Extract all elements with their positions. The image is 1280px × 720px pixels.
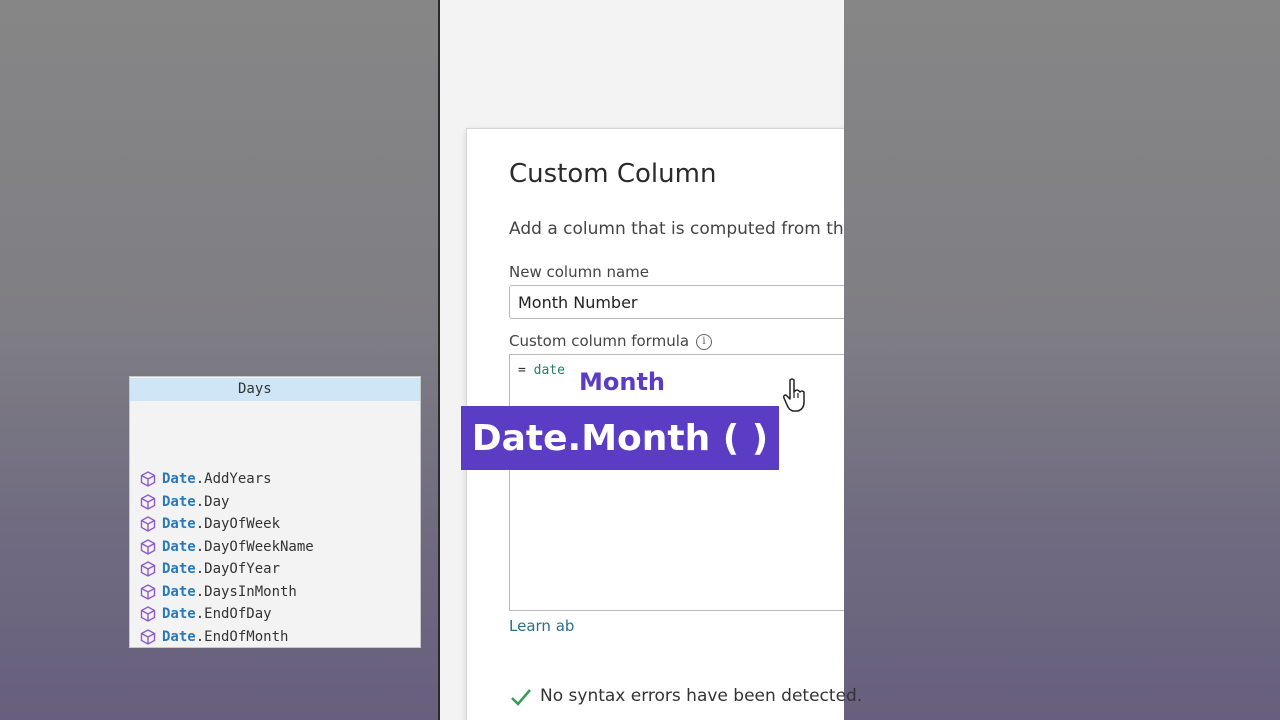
suggestion-selected-suffix: Days <box>238 381 272 398</box>
new-column-name-input[interactable] <box>509 285 844 319</box>
check-icon <box>511 689 531 706</box>
suggestion-item[interactable]: Date .DayOfWeekName <box>130 536 420 559</box>
suggestion-item-selected[interactable]: Days <box>130 378 420 401</box>
suggestion-name: .AddYears <box>195 471 272 488</box>
suggestion-item[interactable]: Date .EndOfMonth <box>130 626 420 648</box>
syntax-status: No syntax errors have been detected. <box>540 686 863 706</box>
suggestion-namespace: Date <box>162 471 196 488</box>
suggestion-name: .DaysInMonth <box>195 583 297 600</box>
cube-icon <box>140 628 156 645</box>
suggestion-namespace: Date <box>162 606 196 623</box>
suggestion-namespace: Date <box>162 583 196 600</box>
cube-icon <box>140 493 156 510</box>
suggestion-name: .EndOfMonth <box>195 628 289 645</box>
suggestion-item[interactable]: Date .AddYears <box>130 468 420 491</box>
cube-icon <box>140 471 156 488</box>
suggestion-namespace: Date <box>162 628 196 645</box>
formula-text: = date <box>518 363 565 378</box>
cube-icon <box>140 606 156 623</box>
suggestion-namespace: Date <box>162 493 196 510</box>
cube-icon <box>140 583 156 600</box>
caption-date-month: Date.Month ( ) <box>461 406 779 470</box>
suggestion-namespace: Date <box>162 538 196 555</box>
learn-more-link[interactable]: Learn ab <box>509 617 574 635</box>
cube-icon <box>140 538 156 555</box>
cube-icon <box>140 561 156 578</box>
suggestion-name: .DayOfYear <box>195 561 281 578</box>
info-icon[interactable]: i <box>696 334 712 350</box>
caption-month: Month <box>568 360 676 404</box>
cube-icon <box>140 516 156 533</box>
dialog-description: Add a column that is computed from the <box>509 219 844 239</box>
suggestion-item[interactable]: Date .Day <box>130 491 420 514</box>
dialog-title: Custom Column <box>509 159 717 189</box>
formula-value: date <box>533 363 565 378</box>
suggestion-namespace: Date <box>162 516 196 533</box>
suggestion-item[interactable]: Date .EndOfDay <box>130 603 420 626</box>
autocomplete-list[interactable]: Days Date .AddYears Date .Day Date .DayOfWeek… <box>129 376 421 648</box>
new-column-name-label: New column name <box>509 263 650 281</box>
suggestion-item[interactable]: Date .DayOfWeek <box>130 513 420 536</box>
formula-prefix: = <box>518 363 534 378</box>
suggestion-name: .DayOfWeek <box>195 516 281 533</box>
suggestion-name: .EndOfDay <box>195 606 272 623</box>
suggestion-name: .DayOfWeekName <box>195 538 314 555</box>
custom-column-formula-label: Custom column formula <box>509 332 690 350</box>
suggestion-item[interactable]: Date .DayOfYear <box>130 558 420 581</box>
suggestion-item[interactable]: Date .DaysInMonth <box>130 581 420 604</box>
suggestion-namespace: Date <box>162 561 196 578</box>
hand-cursor-icon <box>783 378 805 412</box>
suggestion-name: .Day <box>195 493 230 510</box>
